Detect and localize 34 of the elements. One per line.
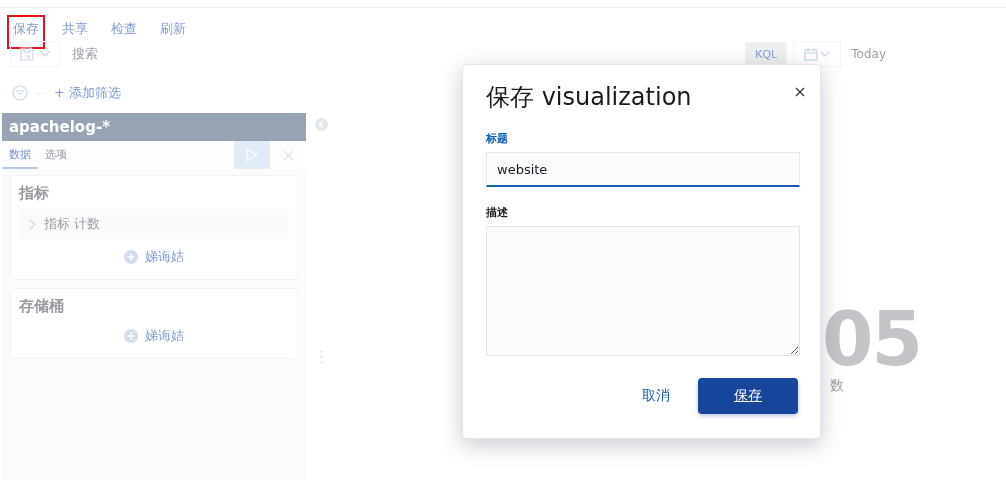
calendar-icon — [804, 47, 819, 61]
field-label: 描述 — [486, 205, 509, 220]
metric-label: 数 — [830, 377, 845, 395]
language-button[interactable]: KQL — [745, 42, 788, 66]
title-input[interactable]: website — [486, 152, 800, 187]
save-button[interactable]: 保存 — [698, 378, 798, 414]
add-link[interactable]: 娣诲姞 — [145, 327, 184, 345]
section-title: 指标 — [19, 184, 50, 203]
aggregation-label: 指标 计数 — [44, 215, 101, 233]
aggregation-row[interactable]: 指标 计数 — [19, 209, 289, 239]
field-label: 标题 — [486, 131, 509, 146]
collapse-icon[interactable] — [314, 118, 328, 131]
saved-query-button[interactable] — [10, 41, 60, 67]
plus-icon[interactable] — [124, 329, 138, 343]
plus-icon[interactable] — [124, 250, 138, 264]
description-input[interactable] — [486, 226, 800, 356]
index-pattern-title: apachelog-* — [2, 113, 306, 141]
date-text[interactable]: Today — [851, 47, 886, 61]
play-icon — [246, 148, 258, 162]
filter-icon[interactable] — [12, 85, 28, 101]
nav-link[interactable]: 保存 — [7, 15, 45, 49]
editor-tab[interactable]: 选项 — [38, 141, 74, 169]
add-link[interactable]: 娣诲姞 — [145, 248, 184, 266]
apply-button[interactable] — [234, 141, 270, 169]
metric-value: 05 — [822, 308, 922, 370]
close-icon — [282, 149, 294, 161]
caret-icon — [820, 50, 831, 58]
section-title: 存储桶 — [19, 297, 65, 316]
editor-tab[interactable]: 数据 — [2, 141, 38, 169]
cancel-button[interactable]: 取消 — [636, 386, 676, 406]
dialog-title: 保存 visualization — [486, 82, 692, 113]
add-filter-link[interactable]: + 添加筛选 — [54, 84, 122, 102]
caret-icon — [39, 50, 51, 58]
close-icon — [795, 87, 805, 97]
